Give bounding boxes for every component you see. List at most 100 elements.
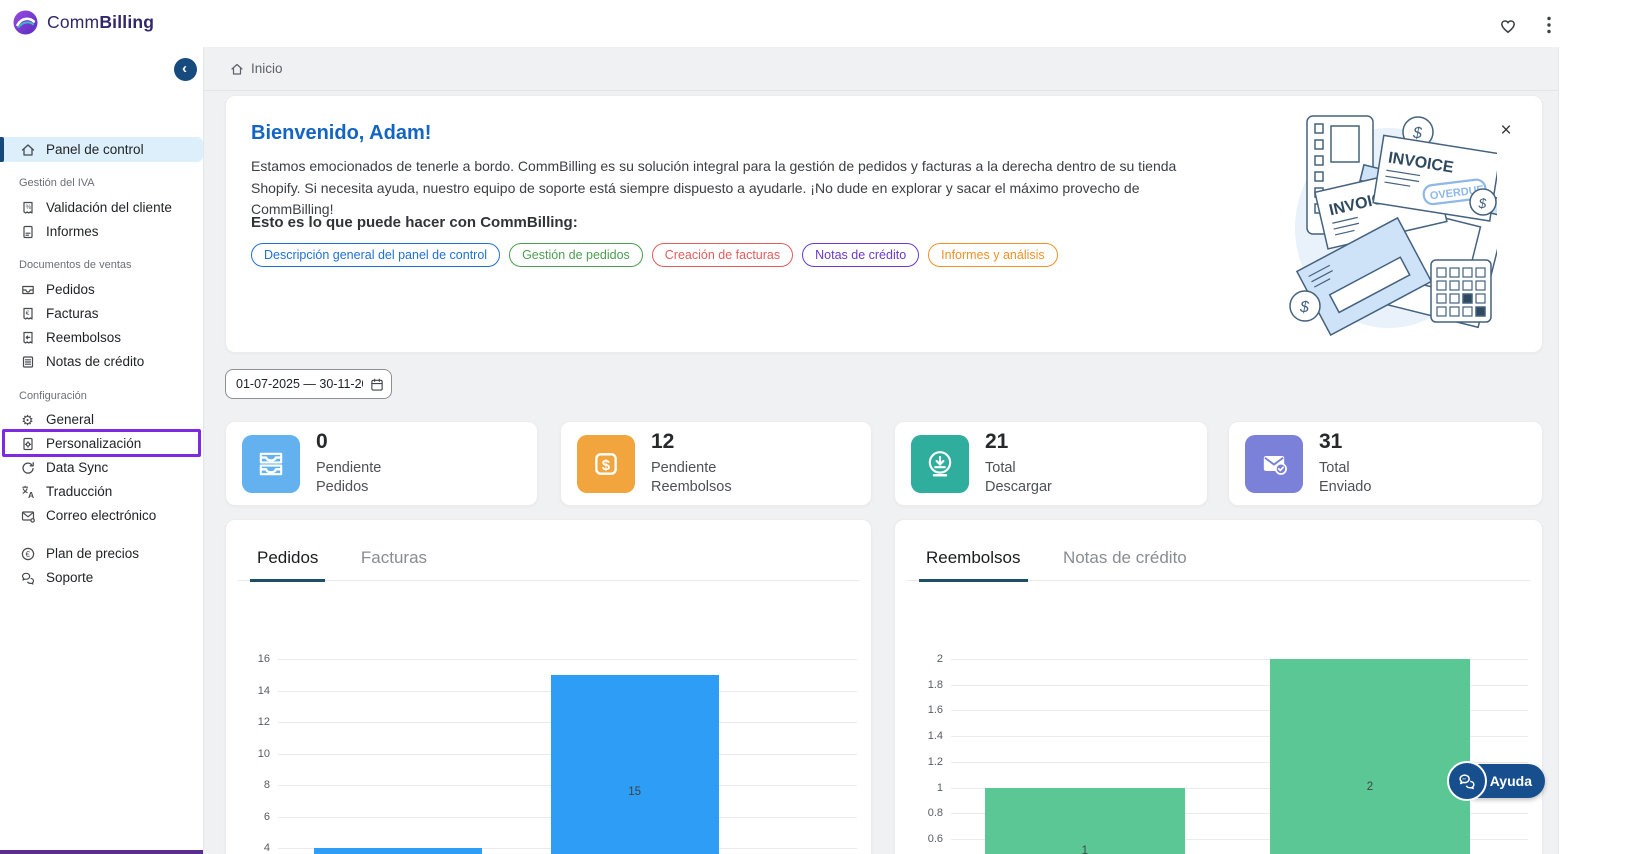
y-axis-tick-label: 10 (230, 748, 270, 760)
gridline (278, 659, 857, 660)
chip-reports-analytics[interactable]: Informes y análisis (928, 243, 1058, 267)
tab-facturas[interactable]: Facturas (354, 548, 434, 580)
close-icon[interactable]: × (1494, 118, 1518, 142)
stat-value: 21 (985, 430, 1008, 454)
download-icon (911, 435, 969, 493)
sidebar-item-facturas[interactable]: € Facturas (0, 301, 203, 326)
sidebar-item-reembolsos[interactable]: Reembolsos (0, 325, 203, 350)
sidebar-item-notas-de-credito[interactable]: Notas de crédito (0, 349, 203, 374)
svg-text:$: $ (602, 457, 611, 474)
refunds-bar-chart: 21.81.61.41.210.80.60.40.2012 (895, 659, 1542, 854)
bar-value-label: 1 (1065, 845, 1105, 854)
tab-pedidos[interactable]: Pedidos (250, 548, 325, 580)
sidebar-item-label: Pedidos (46, 282, 95, 297)
sidebar-item-general[interactable]: ⚙ General (0, 407, 203, 432)
stat-value: 12 (651, 430, 674, 454)
sidebar-item-pedidos[interactable]: Pedidos (0, 277, 203, 302)
date-range-input[interactable] (225, 369, 392, 399)
sidebar-item-label: Traducción (46, 484, 112, 499)
y-axis-tick-label: 1.8 (903, 679, 943, 691)
chat-bubbles-icon (1447, 761, 1487, 801)
stat-value: 0 (316, 430, 328, 454)
sidebar-bottom-accent (0, 850, 203, 854)
sidebar-item-label: Correo electrónico (46, 508, 156, 523)
y-axis-tick-label: 1 (903, 782, 943, 794)
y-axis-tick-label: 0.8 (903, 807, 943, 819)
y-axis-tick-label: 1.4 (903, 730, 943, 742)
home-icon (230, 62, 244, 76)
y-axis-tick-label: 6 (230, 811, 270, 823)
home-icon (19, 142, 36, 158)
y-axis-tick-label: 14 (230, 685, 270, 697)
commbilling-logo-icon (12, 9, 39, 36)
chip-order-management[interactable]: Gestión de pedidos (509, 243, 643, 267)
sidebar-item-data-sync[interactable]: Data Sync (0, 455, 203, 480)
welcome-title: Bienvenido, Adam! (251, 122, 431, 145)
y-axis-tick-label: 12 (230, 716, 270, 728)
brand-name: CommBilling (47, 12, 154, 33)
sidebar-item-label: Facturas (46, 306, 99, 321)
sidebar-item-label: Soporte (46, 570, 93, 585)
sidebar-item-validacion-del-cliente[interactable]: % Validación del cliente (0, 195, 203, 220)
sidebar-item-soporte[interactable]: Soporte (0, 565, 203, 590)
envelope-check-icon (1245, 435, 1303, 493)
report-icon (19, 224, 36, 240)
stat-value: 31 (1319, 430, 1342, 454)
breadcrumb[interactable]: Inicio (230, 61, 283, 76)
favorite-heart-icon[interactable] (1496, 13, 1520, 37)
chart-bar (551, 675, 719, 854)
sidebar-item-traduccion[interactable]: A Traducción (0, 479, 203, 504)
welcome-body: Estamos emocionados de tenerle a bordo. … (251, 156, 1196, 221)
sidebar-section-title: Gestión del IVA (19, 177, 95, 189)
sidebar-item-plan-de-precios[interactable]: € Plan de precios (0, 541, 203, 566)
sidebar-item-personalizacion[interactable]: Personalización (0, 431, 203, 456)
welcome-subtitle: Esto es lo que puede hacer con CommBilli… (251, 214, 578, 231)
right-page-gutter (1558, 47, 1646, 854)
top-header: CommBilling (0, 0, 1646, 47)
sidebar-collapse-button[interactable]: ‹ (174, 58, 197, 81)
y-axis-tick-label: 1.2 (903, 756, 943, 768)
inbox-icon (19, 282, 36, 298)
kebab-menu-icon[interactable] (1537, 13, 1561, 37)
credit-note-icon (19, 354, 36, 370)
customization-icon (19, 436, 36, 452)
sidebar-item-label: Validación del cliente (46, 200, 172, 215)
y-axis-tick-label: 1.6 (903, 704, 943, 716)
tab-reembolsos[interactable]: Reembolsos (919, 548, 1028, 580)
refund-receipt-icon (19, 330, 36, 346)
svg-text:$: $ (1299, 299, 1310, 316)
stat-card-total-download: 21 TotalDescargar (894, 421, 1208, 506)
stat-card-pending-refunds: $ 12 PendienteReembolsos (560, 421, 872, 506)
chip-invoice-creation[interactable]: Creación de facturas (652, 243, 793, 267)
sidebar-section-title: Documentos de ventas (19, 259, 132, 271)
sidebar-item-correo-electronico[interactable]: Correo electrónico (0, 503, 203, 528)
help-button[interactable]: Ayuda (1447, 761, 1547, 801)
stat-label: PendienteReembolsos (651, 459, 732, 497)
orders-bar-chart: 1614121086420415 (226, 659, 871, 854)
welcome-banner: Bienvenido, Adam! Estamos emocionados de… (225, 95, 1543, 353)
chip-credit-notes[interactable]: Notas de crédito (802, 243, 919, 267)
chevron-left-icon: ‹ (182, 61, 187, 76)
email-gear-icon (19, 508, 36, 524)
stat-label: PendientePedidos (316, 459, 381, 497)
sidebar-item-label: Informes (46, 224, 99, 239)
sidebar-item-label: Data Sync (46, 460, 108, 475)
bar-value-label: 15 (615, 786, 655, 798)
chip-dashboard-overview[interactable]: Descripción general del panel de control (251, 243, 500, 267)
sidebar-item-label: Panel de control (46, 142, 144, 157)
sidebar-item-panel-de-control[interactable]: Panel de control (0, 137, 203, 162)
y-axis-tick-label: 4 (230, 842, 270, 854)
date-range-picker (225, 369, 392, 399)
chart-tabs: Reembolsos Notas de crédito (907, 548, 1530, 581)
stat-card-total-sent: 31 TotalEnviado (1228, 421, 1543, 506)
sidebar-item-label: Plan de precios (46, 546, 139, 561)
sidebar-section-title: Configuración (19, 390, 87, 402)
invoice-illustration: $ INVOICE INVOICE (1285, 108, 1497, 336)
chart-bar (1270, 659, 1470, 854)
sidebar-item-label: Notas de crédito (46, 354, 144, 369)
sidebar-item-label: General (46, 412, 94, 427)
svg-text:$: $ (1478, 195, 1487, 211)
euro-circle-icon: € (19, 546, 36, 562)
sidebar-item-informes[interactable]: Informes (0, 219, 203, 244)
tab-notas-de-credito[interactable]: Notas de crédito (1056, 548, 1194, 580)
